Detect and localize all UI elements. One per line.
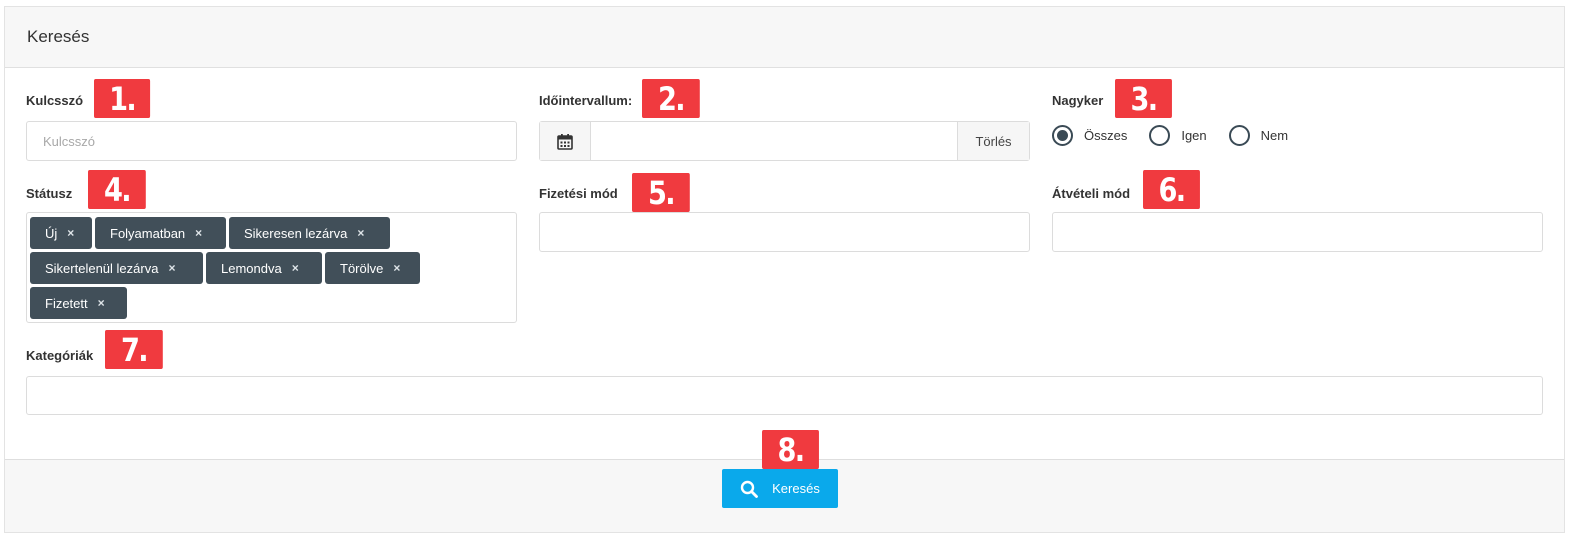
status-tag: Fizetett × — [30, 287, 127, 319]
categories-input[interactable] — [27, 377, 1542, 414]
radio-label: Nem — [1260, 127, 1289, 143]
radio-label: Összes — [1084, 127, 1128, 143]
radio-button[interactable] — [1149, 124, 1171, 146]
tag-label: Sikeresen lezárva — [244, 225, 348, 241]
close-icon[interactable]: × — [195, 226, 202, 240]
tag-label: Folyamatban — [110, 225, 186, 241]
close-icon[interactable]: × — [98, 296, 105, 310]
search-button-label: Keresés — [772, 481, 820, 496]
tag-label: Lemondva — [221, 260, 282, 276]
radio-option-yes[interactable]: Igen — [1149, 124, 1207, 146]
annotation-badge-2: 2. — [642, 79, 700, 118]
wholesale-label: Nagyker — [1052, 93, 1104, 108]
radio-button[interactable] — [1052, 124, 1073, 146]
status-tag: Sikeresen lezárva × — [229, 217, 390, 249]
keyword-input[interactable] — [27, 122, 516, 160]
close-icon[interactable]: × — [67, 226, 74, 240]
payment-method-label: Fizetési mód — [539, 186, 618, 201]
status-label: Státusz — [26, 186, 73, 201]
close-icon[interactable]: × — [357, 226, 364, 240]
annotation-badge-3: 3. — [1115, 79, 1172, 118]
radio-label: Igen — [1181, 127, 1207, 143]
shipping-method-select[interactable] — [1052, 212, 1543, 252]
close-icon[interactable]: × — [168, 261, 175, 275]
status-multiselect[interactable]: Új × Folyamatban × Sikeresen lezárva × S… — [26, 212, 517, 323]
keyword-field-wrapper — [26, 121, 517, 161]
date-range-input[interactable] — [591, 122, 957, 160]
categories-select[interactable] — [26, 376, 1543, 415]
status-tag: Törölve × — [325, 252, 420, 284]
tag-label: Új — [45, 225, 58, 241]
date-range-field — [591, 122, 957, 160]
radio-option-no[interactable]: Nem — [1228, 124, 1289, 146]
status-tag: Sikertelenül lezárva × — [30, 252, 203, 284]
panel-header: Keresés — [5, 7, 1564, 68]
close-icon[interactable]: × — [393, 261, 400, 275]
annotation-badge-6: 6. — [1143, 170, 1200, 209]
shipping-method-input[interactable] — [1053, 213, 1542, 251]
search-icon — [740, 480, 759, 498]
annotation-badge-1: 1. — [94, 79, 151, 118]
date-range-group: Törlés — [539, 121, 1030, 161]
date-clear-button[interactable]: Törlés — [957, 122, 1029, 160]
tag-label: Törölve — [340, 260, 384, 276]
status-tag: Lemondva × — [206, 252, 322, 284]
tag-label: Sikertelenül lezárva — [45, 260, 159, 276]
calendar-icon[interactable] — [540, 122, 591, 160]
annotation-badge-4: 4. — [88, 170, 146, 209]
status-tag: Új × — [30, 217, 92, 249]
tag-label: Fizetett — [45, 295, 88, 311]
radio-selected-dot — [1057, 129, 1068, 141]
keyword-label: Kulcsszó — [26, 93, 84, 108]
radio-option-all[interactable]: Összes — [1052, 124, 1128, 146]
shipping-method-label: Átvételi mód — [1052, 186, 1131, 201]
close-icon[interactable]: × — [292, 261, 299, 275]
date-range-label: Időintervallum: — [539, 93, 633, 108]
radio-button[interactable] — [1228, 124, 1250, 146]
annotation-badge-8: 8. — [762, 430, 819, 469]
categories-label: Kategóriák — [26, 348, 94, 363]
payment-method-select[interactable] — [539, 212, 1030, 252]
search-button[interactable]: Keresés — [722, 469, 838, 508]
status-tag: Folyamatban × — [95, 217, 226, 249]
annotation-badge-5: 5. — [632, 173, 690, 212]
panel-title: Keresés — [27, 27, 90, 46]
payment-method-input[interactable] — [540, 213, 1029, 251]
wholesale-radio-group: Összes Igen Nem — [1052, 124, 1310, 146]
annotation-badge-7: 7. — [105, 330, 163, 369]
